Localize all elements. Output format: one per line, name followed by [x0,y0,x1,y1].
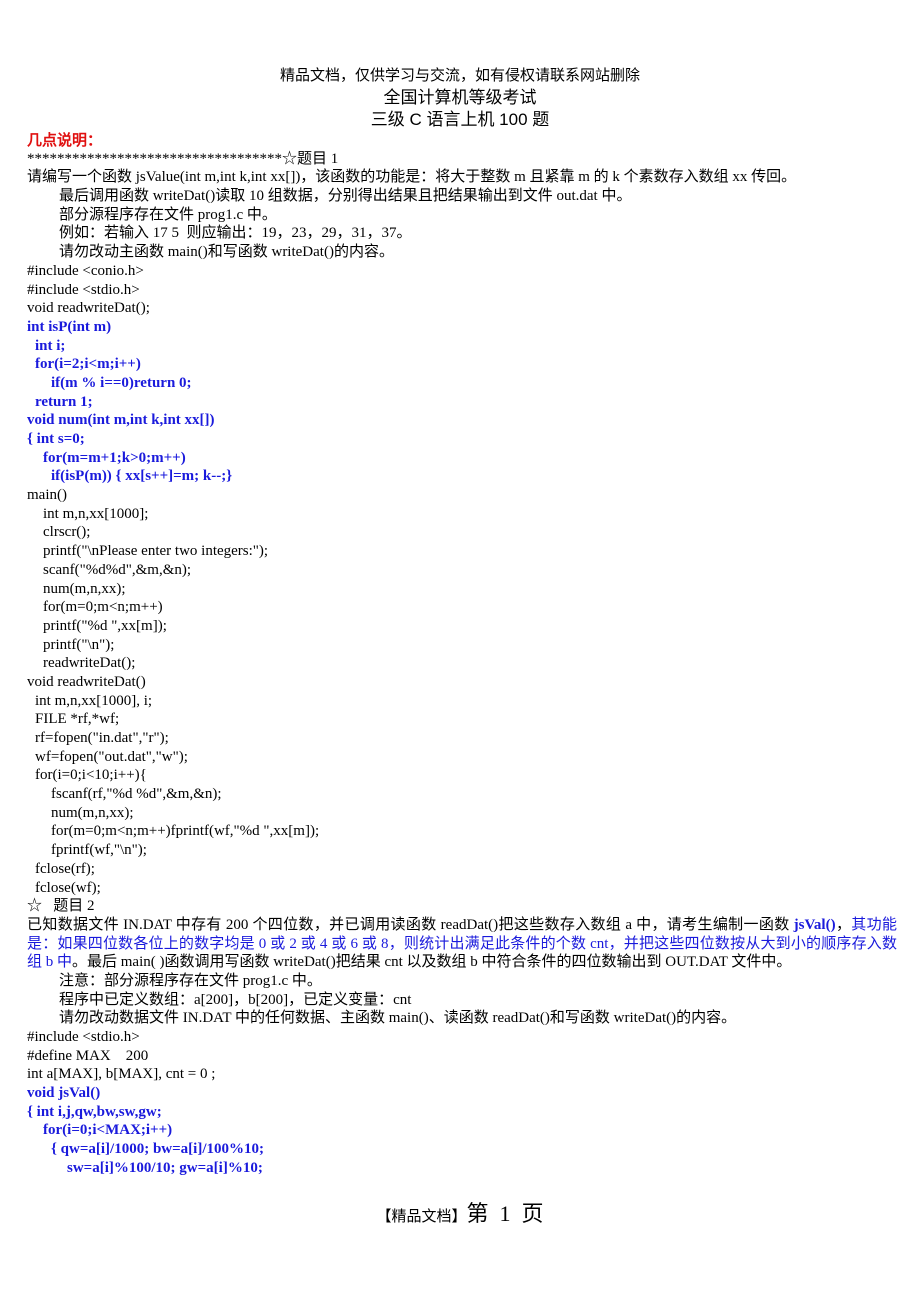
problem-2-description: 已知数据文件 IN.DAT 中存有 200 个四位数，并已调用读函数 readD… [27,916,897,972]
code-line: fscanf(rf,"%d %d",&m,&n); [51,786,222,803]
code-line: int a[MAX], b[MAX], cnt = 0 ; [27,1066,216,1083]
watermark-notice: 精品文档，仅供学习与交流，如有侵权请联系网站删除 [279,68,640,84]
code-line: FILE *rf,*wf; [35,711,120,728]
code-line: for(m=0;m<n;m++) [43,599,163,616]
problem-1-example: 例如：若输入 17 5 则应输出：19，23，29，31，37。 [59,225,412,242]
code-line: num(m,n,xx); [51,804,134,821]
code-line: clrscr(); [43,524,91,541]
problem-1-desc: 最后调用函数 writeDat()读取 10 组数据，分别得出结果且把结果输出到… [59,188,632,205]
code-line: fclose(rf); [35,860,95,877]
problem-2: ☆ 题目 2 已知数据文件 IN.DAT 中存有 200 个四位数，并已调用读函… [27,897,897,1177]
code-line: int isP(int m) [27,318,112,335]
problem-1-desc: 请勿改动主函数 main()和写函数 writeDat()的内容。 [59,244,394,261]
code-line: printf("%d ",xx[m]); [43,617,167,634]
code-line: int i; [35,337,66,354]
problem-2-desc-comma: ， [835,916,852,933]
code-line: for(i=0;i<MAX;i++) [43,1122,173,1139]
code-line: #include <conio.h> [27,262,144,279]
code-line: fprintf(wf,"\n"); [51,842,147,859]
code-line: for(i=0;i<10;i++){ [35,767,147,784]
problem-1-main-code: main() int m,n,xx[1000]; clrscr(); printf("… [27,486,897,897]
problem-1-answer-code: int isP(int m) int i; for(i=2;i<m;i++) if(m… [27,318,897,486]
page-prefix: 第 [466,1201,489,1226]
problem-2-note: 注意：部分源程序存在文件 prog1.c 中。 [59,972,322,989]
code-line: scanf("%d%d",&m,&n); [43,561,192,578]
problem-1-separator: **********************************☆题目 1 [27,150,339,167]
page-suffix: 页 [521,1201,544,1226]
code-line: rf=fopen("in.dat","r"); [35,730,169,746]
code-line: void num(int m,int k,int xx[]) [27,412,215,429]
code-line: printf("\n"); [43,636,115,653]
code-line: fclose(wf); [35,879,101,896]
problem-2-heading: ☆ 题目 2 [27,898,95,915]
document-page: 精品文档，仅供学习与交流，如有侵权请联系网站删除 全国计算机等级考试 三级 C … [0,0,920,1302]
code-line: if(m % i==0)return 0; [51,374,192,391]
code-line: int m,n,xx[1000], i; [35,692,153,709]
problem-2-desc-text: 已知数据文件 IN.DAT 中存有 200 个四位数，并已调用读函数 readD… [27,916,794,933]
code-line: sw=a[i]%100/10; gw=a[i]%10; [67,1159,263,1176]
code-line: int m,n,xx[1000]; [43,505,149,522]
footer-brand: 【精品文档】 [376,1209,467,1225]
page-footer: 【精品文档】第 1 页 [0,1196,920,1228]
code-line: readwriteDat(); [43,655,136,672]
problem-2-note: 请勿改动数据文件 IN.DAT 中的任何数据、主函数 main()、读函数 re… [59,1010,737,1027]
code-line: { qw=a[i]/1000; bw=a[i]/100%10; [51,1141,264,1158]
code-line: { int i,j,qw,bw,sw,gw; [27,1103,162,1120]
code-line: void readwriteDat() [27,673,146,690]
code-line: main() [27,487,67,504]
code-line: void jsVal() [27,1085,101,1102]
code-line: for(m=0;m<n;m++)fprintf(wf,"%d ",xx[m]); [51,823,320,840]
code-line: #include <stdio.h> [27,1029,140,1046]
problem-1-desc: 请编写一个函数 jsValue(int m,int k,int xx[])，该函… [27,169,797,186]
document-body: 几点说明： **********************************… [27,131,897,1178]
code-line: void readwriteDat(); [27,300,150,317]
notes-heading: 几点说明： [27,131,103,149]
code-line: for(i=2;i<m;i++) [35,356,141,373]
problem-2-note: 程序中已定义数组：a[200]，b[200]，已定义变量：cnt [59,991,412,1008]
code-line: num(m,n,xx); [43,580,126,597]
code-line: if(isP(m)) { xx[s++]=m; k--;} [51,468,233,485]
problem-1: **********************************☆题目 1 … [27,150,897,898]
problem-1-code-head: #include <conio.h> #include <stdio.h> void… [27,262,897,318]
document-title: 全国计算机等级考试 [383,88,537,107]
page-number: 1 [499,1201,511,1226]
code-line: wf=fopen("out.dat","w"); [35,748,188,765]
problem-1-desc: 部分源程序存在文件 prog1.c 中。 [59,206,277,223]
problem-2-desc-text: 。最后 main( )函数调用写函数 writeDat()把结果 cnt 以及数… [72,954,792,971]
code-line: printf("\nPlease enter two integers:"); [43,543,269,560]
problem-2-function-name: jsVal() [793,916,836,933]
code-line: #include <stdio.h> [27,281,140,298]
code-line: return 1; [35,393,93,410]
document-subtitle: 三级 C 语言上机 100 题 [370,110,550,129]
problem-2-answer-code: void jsVal(){ int i,j,qw,bw,sw,gw; for(i=… [27,1084,897,1177]
code-line: { int s=0; [27,431,85,447]
code-line: for(m=m+1;k>0;m++) [43,449,186,466]
code-line: #define MAX 200 [27,1047,149,1064]
